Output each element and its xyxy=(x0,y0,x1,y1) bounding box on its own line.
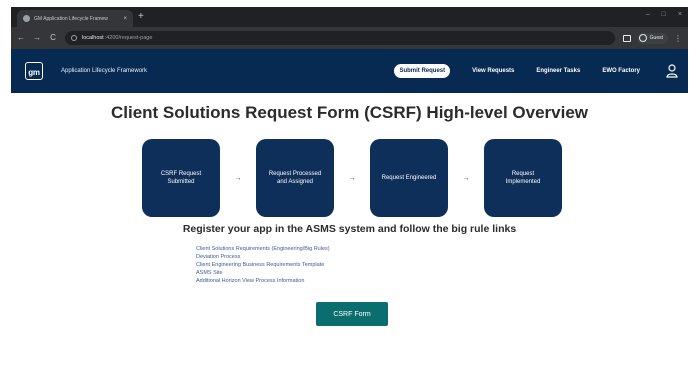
url-host: localhost xyxy=(82,35,104,41)
step-request-implemented: Request Implemented xyxy=(484,139,562,217)
csrf-form-button[interactable]: CSRF Form xyxy=(316,302,388,326)
link-horizon-view-info[interactable]: Additional Horizon View Process Informat… xyxy=(196,277,330,285)
page-content: Client Solutions Request Form (CSRF) Hig… xyxy=(11,93,688,369)
back-arrow-icon[interactable]: ← xyxy=(17,34,25,42)
tab-strip: GM Application Lifecycle Framew × + – □ … xyxy=(11,7,688,27)
step-csrf-request-submitted: CSRF Request Submitted xyxy=(142,139,220,217)
browser-window: GM Application Lifecycle Framew × + – □ … xyxy=(11,7,688,369)
browser-menu-icon[interactable]: ⋮ xyxy=(674,34,682,43)
address-bar[interactable]: localhost :4200/request-page xyxy=(65,31,615,45)
reload-icon[interactable]: C xyxy=(49,34,57,42)
asms-subheading: Register your app in the ASMS system and… xyxy=(182,223,517,235)
browser-tab[interactable]: GM Application Lifecycle Framew × xyxy=(17,10,133,27)
url-path: :4200/request-page xyxy=(104,35,153,41)
arrow-right-icon: → xyxy=(462,174,470,182)
app-navbar: gm Application Lifecycle Framework Submi… xyxy=(11,49,688,93)
new-tab-button[interactable]: + xyxy=(138,10,144,24)
maximize-icon[interactable]: □ xyxy=(662,11,666,18)
app-title: Application Lifecycle Framework xyxy=(61,68,148,74)
link-deviation-process[interactable]: Deviation Process xyxy=(196,253,330,261)
profile-chip[interactable]: Guest xyxy=(636,32,668,44)
forward-arrow-icon[interactable]: → xyxy=(33,34,41,42)
arrow-right-icon: → xyxy=(234,174,242,182)
user-icon[interactable] xyxy=(666,64,678,78)
favicon-icon xyxy=(23,15,30,22)
step-request-processed: Request Processed and Assigned xyxy=(256,139,334,217)
side-panel-icon[interactable] xyxy=(622,34,631,42)
site-info-icon[interactable] xyxy=(71,35,77,41)
window-controls: – □ × xyxy=(646,11,682,18)
guest-avatar-icon xyxy=(638,34,647,42)
toolbar-actions: Guest ⋮ xyxy=(622,32,682,44)
browser-toolbar: ← → C localhost :4200/request-page Guest… xyxy=(11,27,688,49)
step-request-engineered: Request Engineered xyxy=(370,139,448,217)
guest-label: Guest xyxy=(649,35,663,41)
link-client-solutions-requirements[interactable]: Client Solutions Requirements (Engineeri… xyxy=(196,245,330,253)
page-title: Client Solutions Request Form (CSRF) Hig… xyxy=(110,103,588,122)
resource-links: Client Solutions Requirements (Engineeri… xyxy=(196,245,330,285)
tab-close-icon[interactable]: × xyxy=(123,16,127,22)
link-business-requirements-template[interactable]: Client Engineering Business Requirements… xyxy=(196,261,330,269)
user-icon-glyph xyxy=(666,64,678,78)
minimize-icon[interactable]: – xyxy=(646,11,650,18)
gm-logo[interactable]: gm xyxy=(25,62,43,80)
close-window-icon[interactable]: × xyxy=(678,11,682,18)
nav-submit-request[interactable]: Submit Request xyxy=(394,64,451,78)
process-steps: CSRF Request Submitted → Request Process… xyxy=(142,139,562,217)
nav-ewo-factory[interactable]: EWO Factory xyxy=(602,68,640,74)
link-asms-site[interactable]: ASMS Site xyxy=(196,269,330,277)
nav-engineer-tasks[interactable]: Engineer Tasks xyxy=(536,68,580,74)
nav-view-requests[interactable]: View Requests xyxy=(472,68,514,74)
tab-title: GM Application Lifecycle Framew xyxy=(34,15,108,22)
arrow-right-icon: → xyxy=(348,174,356,182)
